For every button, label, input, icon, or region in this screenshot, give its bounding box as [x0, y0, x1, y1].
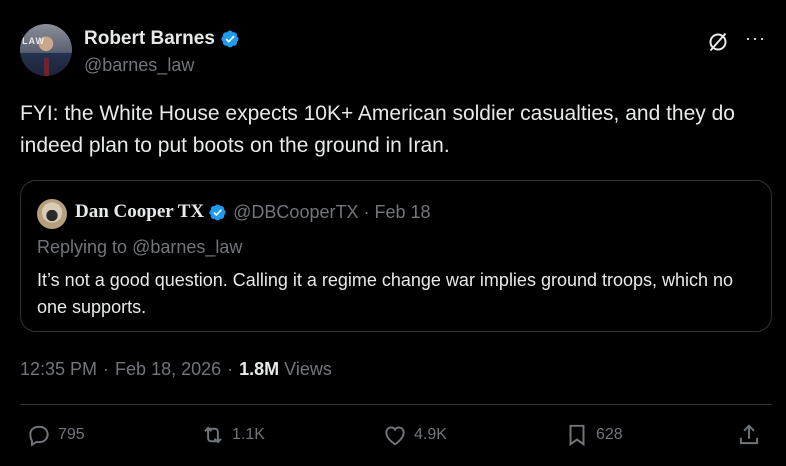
like-count: 4.9K	[414, 426, 447, 443]
reply-icon	[29, 425, 49, 447]
bookmark-button[interactable]: 628	[564, 422, 623, 448]
more-icon[interactable]: ···	[745, 28, 766, 49]
tweet-date[interactable]: Feb 18, 2026	[115, 359, 221, 380]
tweet-time[interactable]: 12:35 PM	[20, 359, 97, 380]
quoted-handle[interactable]: @DBCooperTX	[233, 202, 358, 223]
share-button[interactable]	[736, 422, 768, 448]
quoted-separator: ·	[363, 201, 370, 222]
quoted-text: It’s not a good question. Calling it a r…	[37, 270, 734, 317]
quoted-replying-to: Replying to @barnes_law	[37, 237, 242, 258]
like-button[interactable]: 4.9K	[382, 422, 447, 448]
action-bar: 795 1.1K 4.9K 628	[20, 422, 772, 454]
avatar-logo: LAW	[22, 36, 45, 46]
retweet-button[interactable]: 1.1K	[200, 422, 265, 448]
author-name-row: Robert Barnes	[84, 28, 240, 50]
views-label: Views	[284, 359, 332, 379]
divider	[20, 404, 772, 405]
tweet-header: LAW Robert Barnes @barnes_law ···	[20, 22, 766, 82]
tweet-meta: 12:35 PM · Feb 18, 2026 · 1.8M Views	[20, 359, 332, 380]
heart-icon	[385, 426, 405, 446]
quoted-date[interactable]: Feb 18	[374, 202, 430, 223]
meta-separator: ·	[103, 359, 110, 379]
verified-badge-icon	[221, 30, 239, 48]
quoted-tweet[interactable]: Dan Cooper TX @DBCooperTX · Feb 18 Reply…	[20, 180, 772, 332]
author-avatar[interactable]: LAW	[20, 24, 72, 76]
meta-separator: ·	[227, 359, 234, 379]
avatar-tie	[44, 58, 49, 76]
verified-badge-icon	[209, 204, 226, 220]
replying-mention[interactable]: @barnes_law	[132, 237, 242, 257]
author-handle[interactable]: @barnes_law	[84, 55, 194, 76]
retweet-icon	[204, 426, 222, 444]
grok-icon[interactable]	[706, 30, 730, 54]
replying-prefix: Replying to	[37, 237, 133, 257]
author-display-name[interactable]: Robert Barnes	[84, 28, 215, 50]
reply-count: 795	[58, 426, 85, 443]
bookmark-count: 628	[596, 426, 623, 443]
tweet-text: FYI: the White House expects 10K+ Americ…	[20, 102, 735, 157]
quoted-avatar[interactable]	[37, 199, 67, 229]
quoted-display-name[interactable]: Dan Cooper TX	[75, 201, 204, 223]
reply-button[interactable]: 795	[26, 422, 85, 448]
views-count: 1.8M	[239, 359, 280, 379]
share-icon	[739, 424, 759, 445]
bookmark-icon	[569, 424, 585, 447]
quoted-header: Dan Cooper TX @DBCooperTX · Feb 18	[75, 201, 431, 223]
retweet-count: 1.1K	[232, 426, 265, 443]
